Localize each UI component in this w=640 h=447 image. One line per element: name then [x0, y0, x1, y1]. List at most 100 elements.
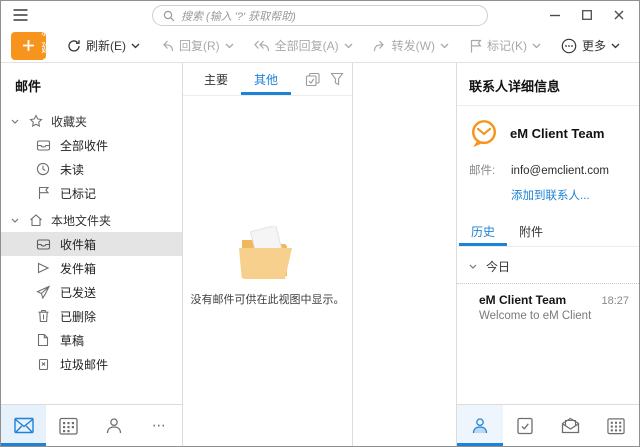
sidebar-item-unread[interactable]: 未读 [1, 157, 182, 181]
sidebar-item-label: 收件箱 [60, 236, 96, 253]
new-message-button[interactable]: 新建(N) [11, 32, 46, 60]
nav-mail-tab[interactable] [1, 405, 46, 446]
tab-history[interactable]: 历史 [459, 217, 507, 246]
tag-label: 标记(K) [487, 37, 527, 54]
window-controls [539, 2, 635, 28]
refresh-icon [67, 39, 81, 53]
emclient-logo-icon [469, 118, 499, 149]
forward-button[interactable]: 转发(W) [366, 37, 456, 54]
sidebar-item-drafts[interactable]: 草稿 [1, 328, 182, 352]
forward-label: 转发(W) [392, 37, 435, 54]
history-group-label: 今日 [486, 258, 510, 275]
document-icon [35, 333, 51, 347]
sidebar-item-label: 全部收件 [60, 137, 108, 154]
empty-folder-icon [237, 226, 299, 282]
contact-detail-panel: 联系人详细信息 eM Client Team 邮件: info@emclient… [457, 63, 639, 446]
junk-icon [35, 357, 51, 371]
chevron-down-icon[interactable] [11, 119, 21, 124]
chevron-down-icon[interactable] [344, 43, 353, 49]
history-item[interactable]: eM Client Team 18:27 Welcome to eM Clien… [457, 284, 639, 330]
folder-sidebar: 邮件 收藏夹 全部收件 未读 [1, 63, 183, 446]
person-icon [471, 417, 489, 435]
nav-contact-details-tab[interactable] [457, 405, 503, 446]
reply-all-button[interactable]: 全部回复(A) [247, 37, 360, 54]
forward-icon [373, 39, 387, 52]
history-item-subject: Welcome to eM Client [479, 310, 629, 322]
plus-icon [23, 40, 34, 51]
sidebar-item-label: 已删除 [60, 308, 96, 325]
sidebar-title: 邮件 [1, 63, 182, 106]
clock-icon [35, 162, 51, 176]
tab-attachments[interactable]: 附件 [507, 217, 555, 246]
search-input[interactable]: 搜索 (输入 '?' 获取帮助) [152, 5, 488, 26]
sidebar-item-junk[interactable]: 垃圾邮件 [1, 352, 182, 376]
sidebar-item-inbox[interactable]: 收件箱 [1, 232, 182, 256]
sidebar-item-outbox[interactable]: 发件箱 [1, 256, 182, 280]
email-value: info@emclient.com [511, 165, 609, 177]
refresh-button[interactable]: 刷新(E) [60, 37, 147, 54]
nav-mail-history-tab[interactable] [548, 405, 594, 446]
nav-calendar-tab[interactable] [46, 405, 91, 446]
sidebar-item-label: 已发送 [60, 284, 96, 301]
tab-other[interactable]: 其他 [241, 63, 291, 95]
clipboard-check-icon [516, 417, 534, 435]
chevron-down-icon[interactable] [440, 43, 449, 49]
nav-more-tab[interactable]: ⋯ [137, 405, 182, 446]
history-group-today[interactable]: 今日 [457, 247, 639, 284]
maximize-icon[interactable] [571, 2, 603, 28]
contact-card: eM Client Team 邮件: info@emclient.com 添加到… [457, 106, 639, 213]
more-ellipsis-icon [561, 38, 577, 54]
sidebar-item-all-inboxes[interactable]: 全部收件 [1, 133, 182, 157]
sidebar-item-label: 已标记 [60, 185, 96, 202]
inbox-tray-icon [35, 138, 51, 152]
sidebar-item-flagged[interactable]: 已标记 [1, 181, 182, 205]
paper-plane-icon [35, 285, 51, 299]
group-local-folders[interactable]: 本地文件夹 [1, 208, 182, 232]
chevron-down-icon[interactable] [532, 43, 541, 49]
nav-attachments-grid-tab[interactable] [594, 405, 640, 446]
select-messages-icon[interactable] [305, 72, 321, 87]
detail-nav [457, 404, 639, 446]
open-envelope-icon [561, 417, 580, 434]
main-area: 邮件 收藏夹 全部收件 未读 [1, 63, 639, 446]
new-message-label: 新建(N) [41, 32, 46, 60]
reply-button[interactable]: 回复(R) [153, 37, 241, 54]
email-label: 邮件: [469, 162, 502, 178]
more-label: 更多 [582, 37, 606, 54]
sidebar-item-label: 发件箱 [60, 260, 96, 277]
chevron-down-icon [469, 264, 477, 269]
nav-agenda-tab[interactable] [503, 405, 549, 446]
close-icon[interactable] [603, 2, 635, 28]
add-to-contacts-link[interactable]: 添加到联系人... [511, 187, 590, 203]
contact-panel-tabs: 历史 附件 [457, 217, 639, 247]
more-button[interactable]: 更多 [554, 37, 627, 54]
menu-hamburger-icon[interactable] [13, 9, 28, 21]
ellipsis-icon: ⋯ [152, 417, 167, 434]
chevron-down-icon[interactable] [225, 43, 234, 49]
toolbar: 新建(N) 刷新(E) 回复(R) [1, 29, 639, 63]
empty-state-text: 没有邮件可供在此视图中显示。 [191, 291, 345, 307]
chevron-down-icon[interactable] [611, 43, 620, 49]
chevron-down-icon[interactable] [11, 218, 21, 223]
sidebar-item-sent[interactable]: 已发送 [1, 280, 182, 304]
minimize-icon[interactable] [539, 2, 571, 28]
chevron-down-icon[interactable] [131, 43, 140, 49]
person-icon [105, 417, 123, 435]
reply-icon [160, 39, 174, 52]
group-favorites[interactable]: 收藏夹 [1, 109, 182, 133]
message-list-pane: 主要 其他 没有邮件可供在此视图中显示。 [183, 63, 353, 446]
folder-tree: 收藏夹 全部收件 未读 已标记 [1, 106, 182, 404]
outbox-icon [35, 261, 51, 275]
search-placeholder: 搜索 (输入 '?' 获取帮助) [181, 8, 296, 24]
home-icon [28, 213, 44, 227]
filter-funnel-icon[interactable] [330, 72, 344, 86]
sidebar-item-trash[interactable]: 已删除 [1, 304, 182, 328]
tab-primary[interactable]: 主要 [191, 63, 241, 95]
tag-button[interactable]: 标记(K) [462, 37, 548, 54]
sidebar-item-label: 垃圾邮件 [60, 356, 108, 373]
contact-name: eM Client Team [510, 126, 604, 141]
search-icon [163, 10, 175, 22]
nav-contacts-tab[interactable] [92, 405, 137, 446]
group-label: 收藏夹 [51, 113, 87, 130]
reading-pane [353, 63, 457, 446]
